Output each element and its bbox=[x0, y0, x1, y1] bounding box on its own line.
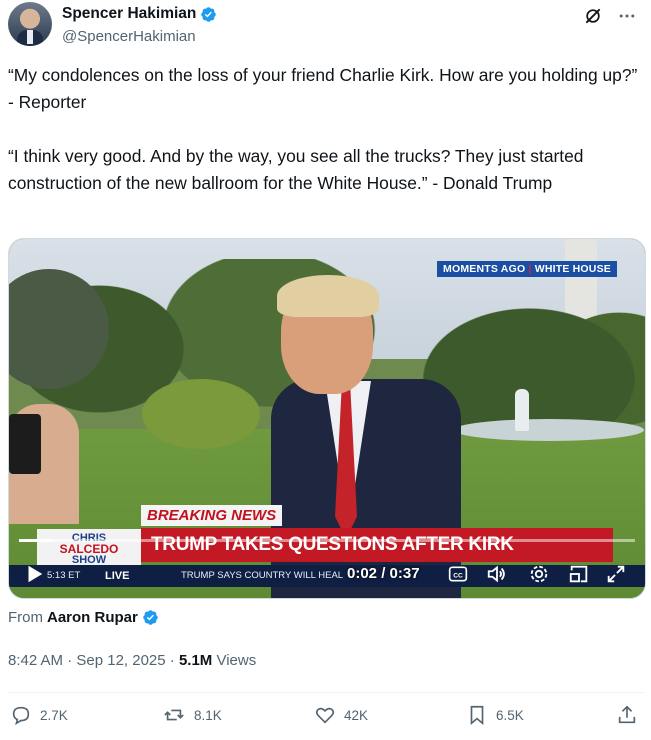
verified-badge-icon bbox=[201, 6, 217, 22]
heart-icon bbox=[315, 707, 335, 724]
more-icon[interactable] bbox=[617, 6, 637, 26]
person-hair bbox=[277, 275, 379, 317]
fountain-spray bbox=[515, 389, 529, 431]
moments-sep: | bbox=[528, 263, 532, 275]
repost-button[interactable]: 8.1K bbox=[162, 704, 222, 726]
author-avatar[interactable] bbox=[8, 2, 52, 46]
from-label: From bbox=[8, 609, 43, 626]
play-icon[interactable] bbox=[23, 563, 45, 585]
video-progress-bar[interactable] bbox=[19, 539, 635, 542]
video-player[interactable]: MOMENTS AGO | WHITE HOUSE BREAKING NEWS … bbox=[8, 238, 646, 599]
bookmark-button[interactable]: 6.5K bbox=[466, 704, 524, 726]
views-count: 5.1M bbox=[178, 652, 213, 669]
avatar-collar bbox=[27, 30, 33, 44]
tweet-timestamp[interactable]: 8:42 AM · Sep 12, 2025 · bbox=[8, 652, 179, 669]
captions-icon[interactable]: CC bbox=[448, 564, 468, 584]
tweet-text: “My condolences on the loss of your frie… bbox=[8, 65, 638, 193]
reply-button[interactable]: 2.7K bbox=[10, 704, 68, 726]
tweet-meta: 8:42 AM · Sep 12, 2025 · 5.1M Views bbox=[8, 652, 256, 669]
video-attribution: From Aaron Rupar bbox=[8, 609, 159, 626]
moments-left: MOMENTS AGO bbox=[443, 263, 526, 275]
author-handle[interactable]: @SpencerHakimian bbox=[62, 28, 196, 45]
reply-icon bbox=[12, 706, 30, 725]
video-progress-fill bbox=[19, 539, 53, 542]
author-name-row[interactable]: Spencer Hakimian bbox=[62, 5, 217, 23]
grok-slash-icon[interactable] bbox=[583, 6, 603, 26]
views-label: Views bbox=[212, 652, 257, 669]
share-button[interactable] bbox=[616, 704, 638, 726]
picture-in-picture-icon[interactable] bbox=[568, 563, 590, 585]
reply-count: 2.7K bbox=[40, 707, 68, 723]
author-name[interactable]: Spencer Hakimian bbox=[62, 5, 196, 23]
volume-icon[interactable] bbox=[485, 563, 509, 585]
share-icon bbox=[618, 705, 636, 724]
like-count: 42K bbox=[344, 707, 369, 723]
video-fountain bbox=[454, 419, 644, 441]
header-actions bbox=[583, 6, 637, 26]
video-time: 0:02 / 0:37 bbox=[347, 565, 420, 582]
fullscreen-icon[interactable] bbox=[605, 563, 627, 585]
like-button[interactable]: 42K bbox=[314, 704, 368, 726]
repost-icon bbox=[164, 709, 184, 721]
video-controls: 0:02 / 0:37 CC bbox=[9, 557, 645, 591]
bookmark-count: 6.5K bbox=[496, 707, 524, 723]
verified-badge-icon bbox=[143, 610, 158, 625]
tweet-actions: 2.7K 8.1K 42K 6.5K bbox=[10, 704, 640, 734]
video-bush bbox=[142, 379, 260, 449]
reporter-phone bbox=[9, 414, 41, 474]
svg-text:CC: CC bbox=[453, 572, 463, 579]
moments-right: WHITE HOUSE bbox=[534, 263, 611, 275]
moments-ago-bug: MOMENTS AGO | WHITE HOUSE bbox=[437, 261, 617, 277]
repost-count: 8.1K bbox=[194, 707, 222, 723]
divider bbox=[8, 692, 644, 693]
bookmark-icon bbox=[470, 705, 484, 726]
breaking-news-label: BREAKING NEWS bbox=[141, 505, 283, 526]
settings-gear-icon[interactable] bbox=[528, 563, 550, 585]
from-name[interactable]: Aaron Rupar bbox=[47, 609, 138, 626]
